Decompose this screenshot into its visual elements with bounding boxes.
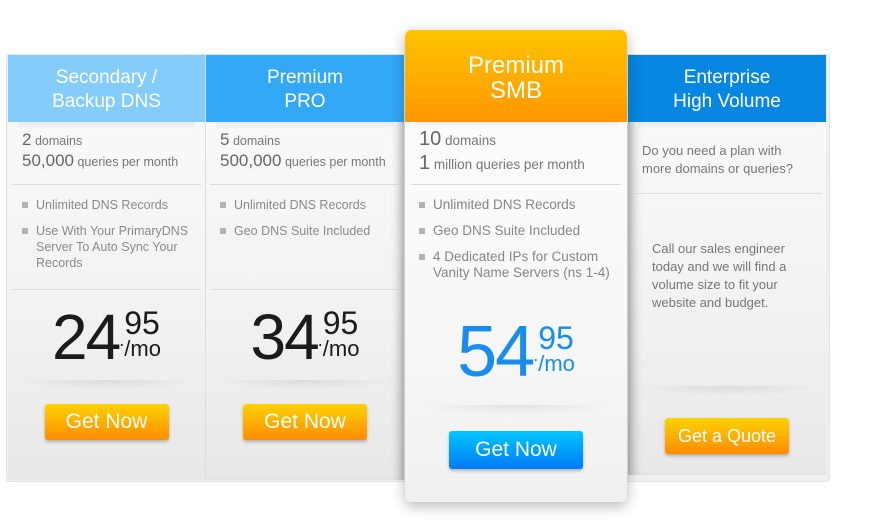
plan-title-line2: High Volume [673,90,781,112]
price-shadow [20,380,193,390]
plan-quota: 2 domains 50,000 queries per month [8,122,205,184]
queries-label: queries per month [77,155,179,169]
plan-title-line2: SMB [489,77,542,104]
feature-item: 4 Dedicated IPs for Custom Vanity Name S… [419,249,617,281]
feature-item: Unlimited DNS Records [220,197,394,213]
queries-count: 500,000 [220,151,282,170]
plan-price: 34. 95/mo [206,290,404,380]
feature-item: Geo DNS Suite Included [220,223,394,239]
price-shadow [218,380,392,390]
domains-label: domains [232,134,281,148]
square-bullet-icon [220,228,226,234]
domains-label: domains [34,134,83,148]
queries-label: queries per month [284,155,386,169]
plan-price: 54. 95/mo [405,305,627,405]
square-bullet-icon [22,228,28,234]
queries-label: million queries per month [433,157,585,172]
square-bullet-icon [220,202,226,208]
price-cents: 95 [538,320,574,356]
feature-item: Unlimited DNS Records [22,197,195,213]
plan-header: Premium PRO [206,55,404,122]
feature-list: Unlimited DNS Records Use With Your Prim… [8,185,205,289]
domains-count: 5 [220,130,230,149]
plan-quota: 5 domains 500,000 queries per month [206,122,404,184]
plan-quota: 10 domains 1 million queries per month [405,122,627,184]
plan-card-secondary-backup-dns: Secondary / Backup DNS 2 domains 50,000 … [8,55,206,480]
get-now-button-secondary[interactable]: Get Now [44,404,169,440]
plan-title-line1: Premium [266,66,343,88]
domains-count: 10 [419,128,442,150]
price-period: /mo [538,351,575,376]
plan-card-premium-pro: Premium PRO 5 domains 500,000 queries pe… [206,55,404,480]
square-bullet-icon [419,228,425,234]
plan-card-enterprise: Enterprise High Volume Do you need a pla… [628,55,826,475]
square-bullet-icon [419,254,425,260]
domains-label: domains [445,133,497,148]
price-whole: 24 [52,301,121,373]
price-cents: 95 [124,305,160,341]
plan-title-line2: PRO [284,90,326,112]
plan-header: Premium SMB [405,30,627,122]
price-whole: 34 [250,301,320,373]
plan-title-line1: Premium [467,52,564,79]
plan-card-premium-smb-featured: Premium SMB 10 domains 1 million queries… [405,30,627,502]
feature-list: Unlimited DNS Records Geo DNS Suite Incl… [206,185,404,289]
plan-price: 24. 95/mo [8,290,205,380]
get-now-button-pro[interactable]: Get Now [243,404,367,440]
price-cents: 95 [322,305,359,341]
enterprise-question: Do you need a plan with more domains or … [642,143,794,176]
feature-item: Geo DNS Suite Included [419,223,617,239]
enterprise-description: Call our sales engineer today and we wil… [652,241,787,310]
plan-title-line1: Secondary / [55,66,158,88]
plan-title-line1: Enterprise [683,66,771,88]
price-period: /mo [322,336,360,361]
plan-title-line2: Backup DNS [52,90,161,112]
queries-count: 50,000 [22,151,74,170]
square-bullet-icon [419,202,425,208]
get-a-quote-button[interactable]: Get a Quote [665,418,789,454]
square-bullet-icon [22,202,28,208]
queries-count: 1 [419,152,431,174]
feature-list: Unlimited DNS Records Geo DNS Suite Incl… [405,185,627,305]
price-shadow [417,405,615,415]
plan-header: Enterprise High Volume [628,55,826,122]
domains-count: 2 [22,130,32,149]
price-whole: 54 [457,312,535,392]
section-shadow [640,386,814,396]
plan-header: Secondary / Backup DNS [8,55,205,122]
get-now-button-smb[interactable]: Get Now [449,431,583,469]
price-period: /mo [124,336,161,361]
feature-item: Unlimited DNS Records [419,197,617,213]
feature-item: Use With Your PrimaryDNS Server To Auto … [22,223,195,271]
